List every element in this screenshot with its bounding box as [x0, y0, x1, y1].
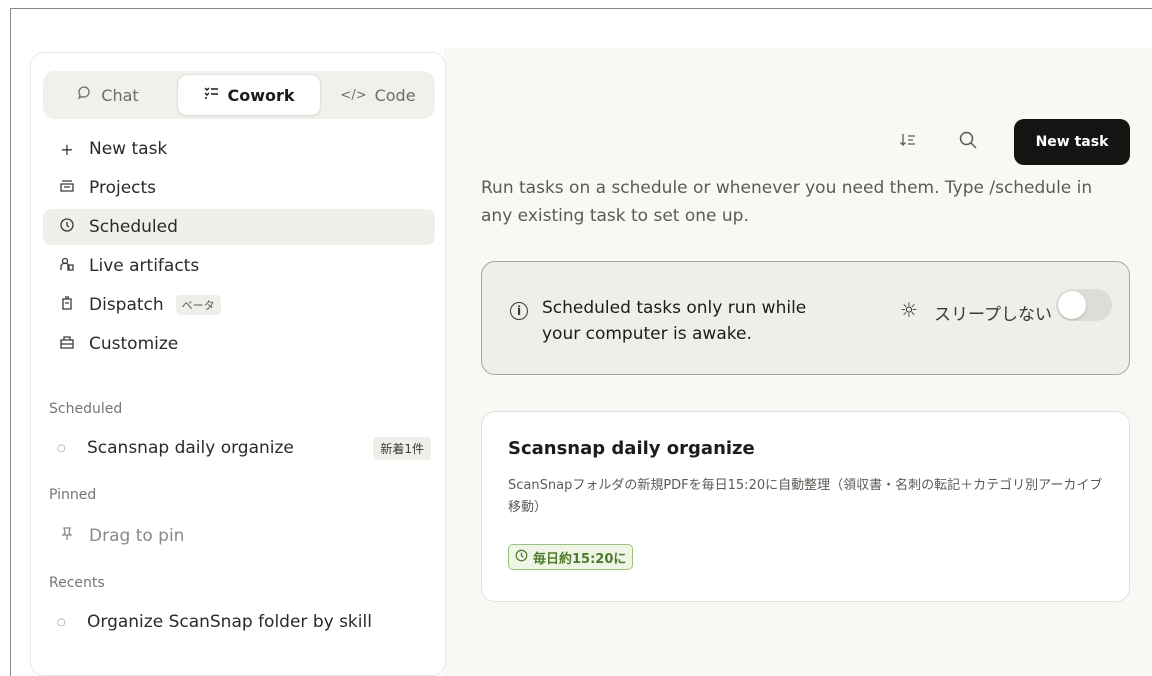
- tab-code-label: Code: [374, 85, 416, 105]
- nav-dispatch[interactable]: Dispatch ベータ: [43, 287, 435, 323]
- tab-chat-label: Chat: [101, 85, 139, 105]
- tab-cowork[interactable]: Cowork: [177, 74, 321, 116]
- nav-live-artifacts[interactable]: Live artifacts: [43, 248, 435, 284]
- page-description: Run tasks on a schedule or whenever you …: [481, 178, 1093, 226]
- section-pinned-title: Pinned: [49, 487, 97, 503]
- notice-message: Scheduled tasks only run while your comp…: [542, 298, 807, 344]
- mode-switcher: Chat Cowork </> Code: [43, 71, 435, 119]
- tab-chat[interactable]: Chat: [49, 74, 167, 116]
- new-count-badge: 新着1件: [373, 436, 431, 460]
- recent-item[interactable]: ○ Organize ScanSnap folder by skill: [43, 605, 435, 639]
- nav-scheduled-label: Scheduled: [89, 217, 178, 237]
- clock-icon: [515, 549, 528, 566]
- section-scheduled-title: Scheduled: [49, 401, 123, 417]
- nav-dispatch-label: Dispatch: [89, 295, 164, 315]
- chat-bubble-icon: [77, 85, 93, 105]
- scheduled-item-label: Scansnap daily organize: [87, 438, 294, 458]
- search-icon[interactable]: [954, 126, 982, 154]
- sidebar: Chat Cowork </> Code + New task Projects…: [30, 52, 446, 676]
- nav-projects-label: Projects: [89, 178, 157, 198]
- plus-icon: +: [60, 139, 74, 159]
- scheduled-item[interactable]: ○ Scansnap daily organize 新着1件: [43, 431, 435, 465]
- nav-customize-label: Customize: [89, 334, 179, 354]
- prevent-sleep-label: スリープしない: [934, 305, 1052, 325]
- circle-icon: ○: [57, 616, 66, 628]
- pin-icon: [55, 526, 79, 546]
- scheduled-task-card[interactable]: Scansnap daily organize ScanSnapフォルダの新規P…: [481, 411, 1130, 602]
- pin-drop-zone[interactable]: Drag to pin: [43, 519, 435, 553]
- section-recents-title: Recents: [49, 575, 105, 591]
- tab-cowork-label: Cowork: [227, 85, 295, 105]
- schedule-badge: 毎日約15:20に: [508, 544, 634, 570]
- circle-icon: ○: [57, 442, 66, 454]
- sun-icon: ☼: [900, 298, 918, 322]
- info-icon: i: [510, 302, 528, 320]
- nav-new-task[interactable]: + New task: [43, 131, 435, 167]
- schedule-text: 毎日約15:20に: [533, 551, 627, 567]
- nav-scheduled[interactable]: Scheduled: [43, 209, 435, 245]
- nav-projects[interactable]: Projects: [43, 170, 435, 206]
- sort-icon[interactable]: [894, 126, 922, 154]
- toggle-knob: [1058, 291, 1086, 319]
- folder-icon: [55, 178, 79, 198]
- code-icon: </>: [340, 87, 367, 103]
- tab-code[interactable]: </> Code: [325, 74, 431, 116]
- recent-item-label: Organize ScanSnap folder by skill: [87, 612, 372, 632]
- task-title: Scansnap daily organize: [508, 438, 755, 459]
- cowork-icon: [203, 85, 219, 105]
- clock-icon: [55, 217, 79, 237]
- awake-notice: i Scheduled tasks only run while your co…: [481, 261, 1130, 375]
- artifacts-icon: [55, 256, 79, 276]
- new-task-button[interactable]: New task: [1014, 119, 1130, 165]
- nav-new-task-label: New task: [89, 139, 168, 159]
- nav-customize[interactable]: Customize: [43, 326, 435, 362]
- task-description: ScanSnapフォルダの新規PDFを毎日15:20に自動整理（領収書・名刺の転…: [508, 478, 1103, 515]
- briefcase-icon: [55, 334, 79, 354]
- pin-placeholder-label: Drag to pin: [89, 526, 185, 546]
- nav-live-artifacts-label: Live artifacts: [89, 256, 200, 276]
- beta-badge: ベータ: [175, 295, 221, 315]
- prevent-sleep-toggle[interactable]: [1056, 289, 1112, 321]
- dispatch-icon: [55, 295, 79, 315]
